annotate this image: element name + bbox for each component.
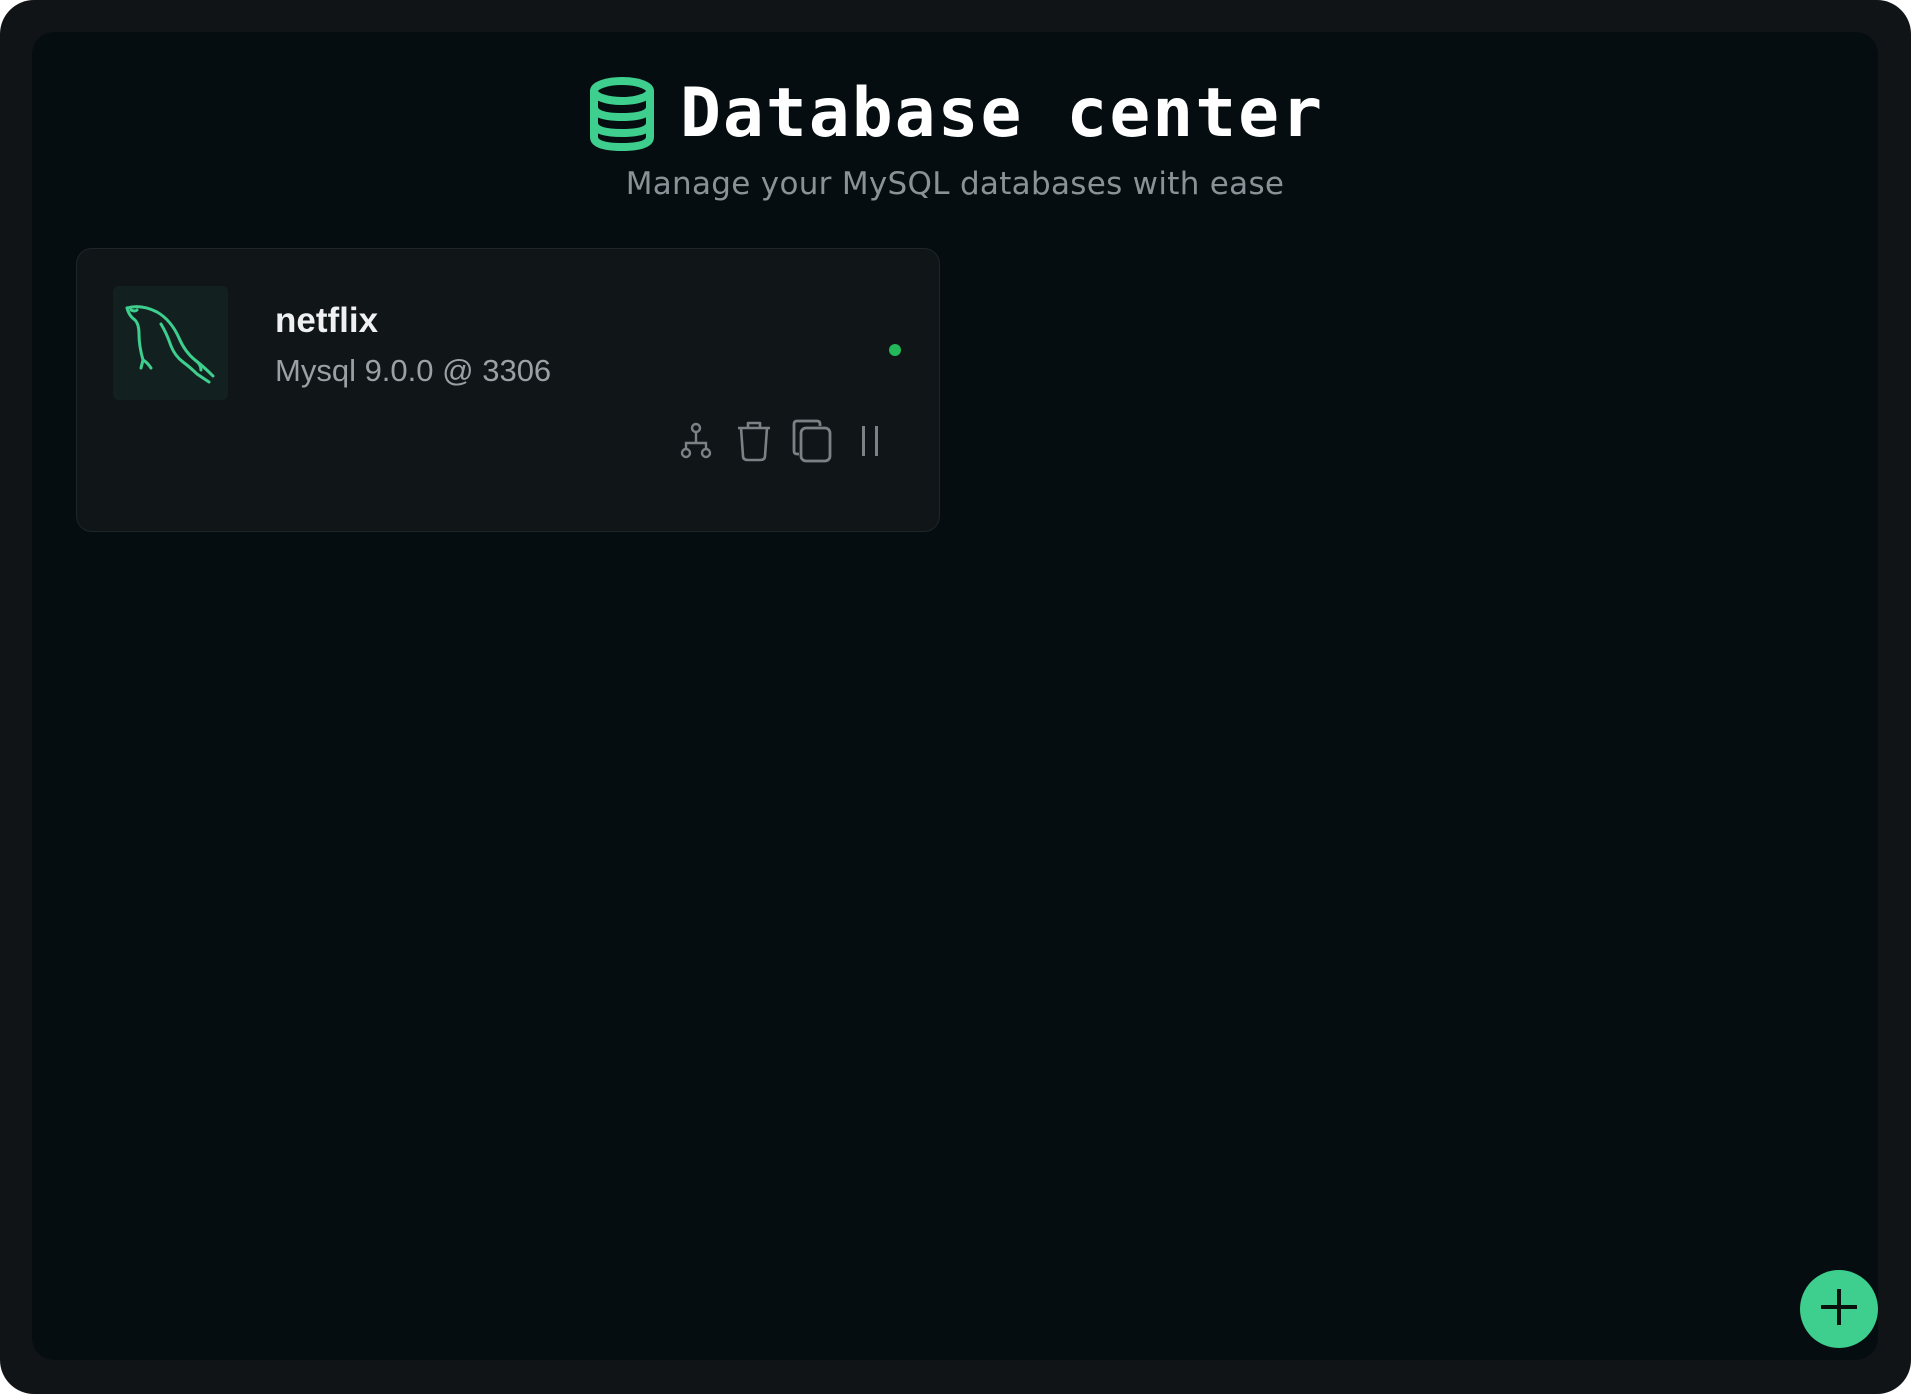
status-indicator: [889, 344, 901, 356]
sitemap-icon: [679, 421, 713, 465]
plus-icon: [1819, 1287, 1859, 1331]
database-name: netflix: [275, 301, 379, 340]
pause-button[interactable]: [849, 419, 891, 467]
delete-button[interactable]: [733, 419, 775, 467]
pause-icon: [858, 423, 882, 463]
mysql-dolphin-icon: [113, 286, 228, 400]
database-icon: [586, 75, 658, 153]
database-version-port: Mysql 9.0.0 @ 3306: [275, 353, 552, 388]
copy-icon: [791, 418, 833, 468]
database-card[interactable]: netflix Mysql 9.0.0 @ 3306: [76, 248, 940, 532]
card-actions: [675, 419, 891, 467]
app-window: Database center Manage your MySQL databa…: [0, 0, 1911, 1394]
page-title: Database center: [679, 74, 1325, 153]
sitemap-button[interactable]: [675, 419, 717, 467]
main-panel: Database center Manage your MySQL databa…: [32, 32, 1878, 1360]
copy-button[interactable]: [791, 419, 833, 467]
title-row: Database center: [32, 74, 1878, 154]
page-subtitle: Manage your MySQL databases with ease: [625, 166, 1285, 202]
add-database-button[interactable]: [1800, 1270, 1878, 1348]
trash-icon: [735, 419, 773, 467]
